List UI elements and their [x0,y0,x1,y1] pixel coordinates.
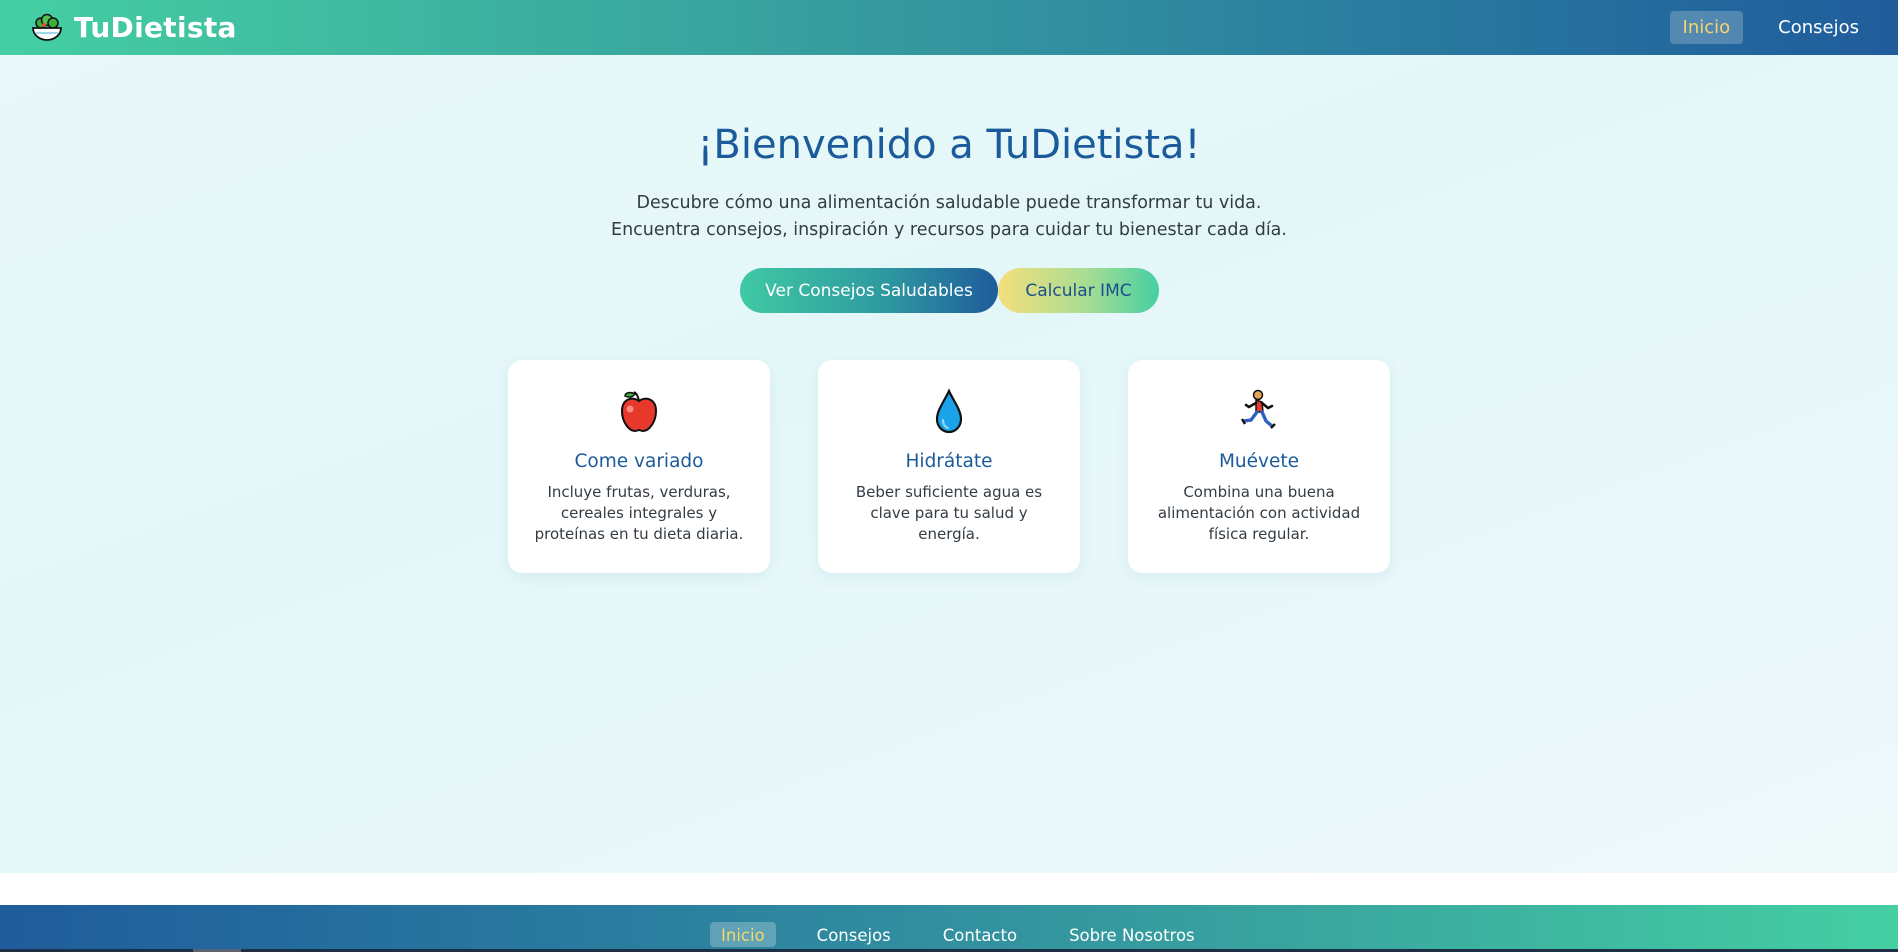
footer-link-inicio[interactable]: Inicio [710,922,776,947]
card-come-variado: Come variado Incluye frutas, verduras, c… [508,360,770,573]
tips-cards: Come variado Incluye frutas, verduras, c… [508,360,1390,573]
main-content: ¡Bienvenido a TuDietista! Descubre cómo … [0,55,1898,873]
water-drop-icon [935,388,963,434]
card-text: Beber suficiente agua es clave para tu s… [855,483,1043,543]
hero-actions: Ver Consejos Saludables Calcular IMC [740,268,1159,313]
hero-subtitle: Descubre cómo una alimentación saludable… [0,190,1898,244]
nav-link-inicio[interactable]: Inicio [1669,11,1744,44]
card-hidratate: Hidrátate Beber suficiente agua es clave… [818,360,1080,573]
calculate-imc-button[interactable]: Calcular IMC [998,268,1159,313]
apple-icon [620,391,658,433]
footer-link-consejos[interactable]: Consejos [806,922,902,947]
footer: Inicio Consejos Contacto Sobre Nosotros [0,905,1898,952]
hero-title: ¡Bienvenido a TuDietista! [697,122,1201,168]
card-text: Combina una buena alimentación con activ… [1157,483,1361,543]
card-muevete: Muévete Combina una buena alimentación c… [1128,360,1390,573]
brand[interactable]: TuDietista [30,11,237,45]
footer-link-contacto[interactable]: Contacto [932,922,1028,947]
healthy-tips-button[interactable]: Ver Consejos Saludables [740,268,998,313]
card-title: Come variado [574,451,704,472]
card-title: Hidrátate [905,451,993,472]
brand-name: TuDietista [74,11,237,44]
runner-icon [1240,389,1276,429]
nav-link-consejos[interactable]: Consejos [1765,11,1872,44]
top-navbar: TuDietista Inicio Consejos [0,0,1898,55]
footer-nav: Inicio Consejos Contacto Sobre Nosotros [710,922,1206,947]
header-nav: Inicio Consejos [1669,11,1872,44]
hero-subtitle-line-1: Descubre cómo una alimentación saludable… [636,193,1262,213]
card-text: Incluye frutas, verduras, cereales integ… [534,483,744,543]
hero-subtitle-line-2: Encuentra consejos, inspiración y recurs… [611,220,1287,240]
card-title: Muévete [1218,451,1300,472]
footer-spacer [0,873,1898,905]
footer-link-sobre-nosotros[interactable]: Sobre Nosotros [1058,922,1206,947]
salad-bowl-icon [32,13,62,41]
